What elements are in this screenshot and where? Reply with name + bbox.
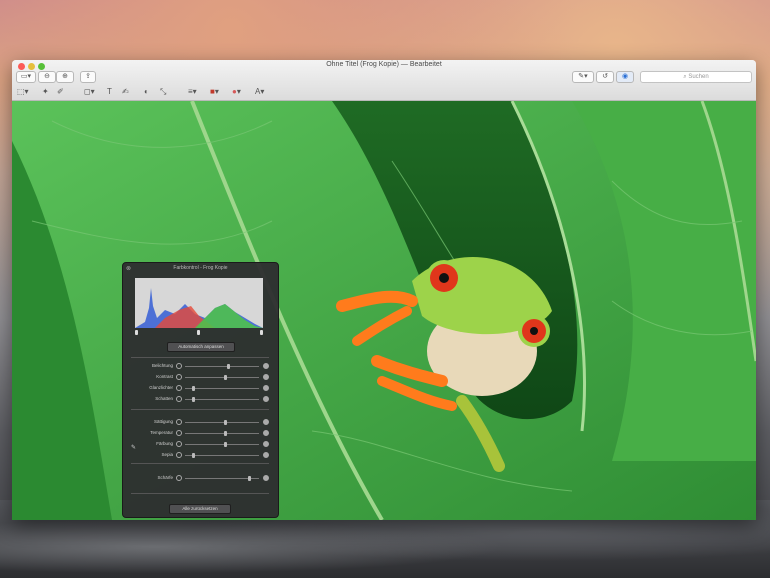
adjust-row-left-icon [176, 452, 182, 458]
adjust-slider-thumb[interactable] [192, 453, 195, 458]
adjust-slider-thumb[interactable] [223, 375, 227, 380]
adjust-row-left-icon [176, 363, 182, 369]
adjust-row-right-icon [263, 363, 269, 369]
adjust-row-label: Sättigung [153, 419, 173, 424]
divider [131, 493, 269, 494]
histogram[interactable] [135, 278, 263, 328]
adjust-color-icon[interactable]: ◐ [144, 87, 149, 97]
adjust-row-right-icon [263, 452, 269, 458]
adjust-row-right-icon [263, 475, 269, 481]
window-title: Ohne Titel (Frog Kopie) — Bearbeitet [326, 61, 442, 68]
adjust-slider-thumb[interactable] [223, 431, 227, 436]
search-placeholder: Suchen [688, 74, 709, 80]
preview-window: Ohne Titel (Frog Kopie) — Bearbeitet ▭▾ … [12, 60, 756, 520]
adjust-slider-thumb[interactable] [223, 442, 227, 447]
adjust-row-right-icon [263, 396, 269, 402]
adjust-slider-track[interactable] [185, 377, 259, 378]
adjust-row-left-icon [176, 385, 182, 391]
adjust-row-label: Temperatur [150, 430, 173, 435]
divider [131, 463, 269, 464]
adjust-slider-track[interactable] [185, 455, 259, 456]
adjust-row-right-icon [263, 374, 269, 380]
signature-tool-icon[interactable]: ✍ [122, 87, 129, 97]
adjust-size-icon[interactable]: ⤡ [160, 87, 166, 97]
panel-title: Farbkontrol - Frog Kopie [173, 265, 228, 271]
text-style-icon[interactable]: A▾ [255, 87, 264, 97]
border-color-icon[interactable]: ■▾ [210, 87, 219, 97]
sidebar-view-button[interactable]: ▭▾ [16, 71, 36, 83]
markup-pen-button[interactable]: ✎▾ [572, 71, 594, 83]
search-input[interactable]: ⌕ Suchen [640, 71, 752, 83]
adjust-slider-track[interactable] [185, 366, 259, 367]
adjust-row-left-icon [176, 475, 182, 481]
zoom-out-button[interactable]: ⊖ [38, 71, 56, 83]
zoom-in-button[interactable]: ⊕ [56, 71, 74, 83]
adjust-slider-thumb[interactable] [248, 476, 251, 481]
instant-alpha-icon[interactable]: ✦ [42, 87, 49, 97]
adjust-row-left-icon [176, 396, 182, 402]
shapes-tool-icon[interactable]: ◻▾ [84, 87, 95, 97]
markup-toolbar-toggle[interactable]: ◉ [616, 71, 634, 83]
toolbox-icon: ◉ [621, 73, 629, 80]
adjust-color-panel: ⊗ Farbkontrol - Frog Kopie Automatisch a… [122, 262, 279, 518]
search-icon: ⌕ [683, 74, 687, 80]
auto-adjust-button[interactable]: Automatisch anpassen [167, 342, 235, 352]
adjust-row-right-icon [263, 385, 269, 391]
adjust-slider-track[interactable] [185, 399, 259, 400]
adjust-slider-track[interactable] [185, 433, 259, 434]
adjust-slider-thumb[interactable] [192, 397, 195, 402]
rotate-button[interactable]: ↺ [596, 71, 614, 83]
titlebar: Ohne Titel (Frog Kopie) — Bearbeitet ▭▾ … [12, 60, 756, 101]
divider [131, 357, 269, 358]
adjust-row-label: Kontrast [156, 374, 173, 379]
adjust-row-left-icon [176, 430, 182, 436]
black-point-handle[interactable] [135, 330, 138, 335]
midtone-handle[interactable] [197, 330, 200, 335]
adjust-slider-thumb[interactable] [192, 386, 195, 391]
adjust-row-label: Schatten [155, 396, 173, 401]
adjust-row-right-icon [263, 441, 269, 447]
adjust-row-left-icon [176, 441, 182, 447]
share-button[interactable]: ⇪ [80, 71, 96, 83]
adjust-row-left-icon [176, 419, 182, 425]
adjust-row-label: Belichtung [151, 363, 173, 368]
adjust-row-right-icon [263, 430, 269, 436]
adjust-row-label: Glanzlichter [149, 385, 173, 390]
line-style-icon[interactable]: ≡▾ [188, 87, 197, 97]
adjust-slider-track[interactable] [185, 422, 259, 423]
adjust-slider-thumb[interactable] [227, 364, 230, 369]
reset-all-button[interactable]: Alle zurücksetzen [169, 504, 231, 514]
text-tool-icon[interactable]: T [107, 87, 112, 97]
fill-color-icon[interactable]: ●▾ [232, 87, 241, 97]
adjust-slider-thumb[interactable] [223, 420, 227, 425]
eyedropper-icon[interactable]: ✎ [131, 443, 136, 453]
frog-photo: ⊗ Farbkontrol - Frog Kopie Automatisch a… [12, 101, 756, 520]
selection-tool-icon[interactable]: ⬚▾ [17, 87, 29, 97]
adjust-slider-track[interactable] [185, 388, 259, 389]
adjust-slider-track[interactable] [185, 444, 259, 445]
adjust-row-left-icon [176, 374, 182, 380]
sketch-tool-icon[interactable]: ✐ [57, 87, 64, 97]
divider [131, 409, 269, 410]
adjust-row-right-icon [263, 419, 269, 425]
adjust-row-label: Schärfe [157, 475, 173, 480]
white-point-handle[interactable] [260, 330, 263, 335]
